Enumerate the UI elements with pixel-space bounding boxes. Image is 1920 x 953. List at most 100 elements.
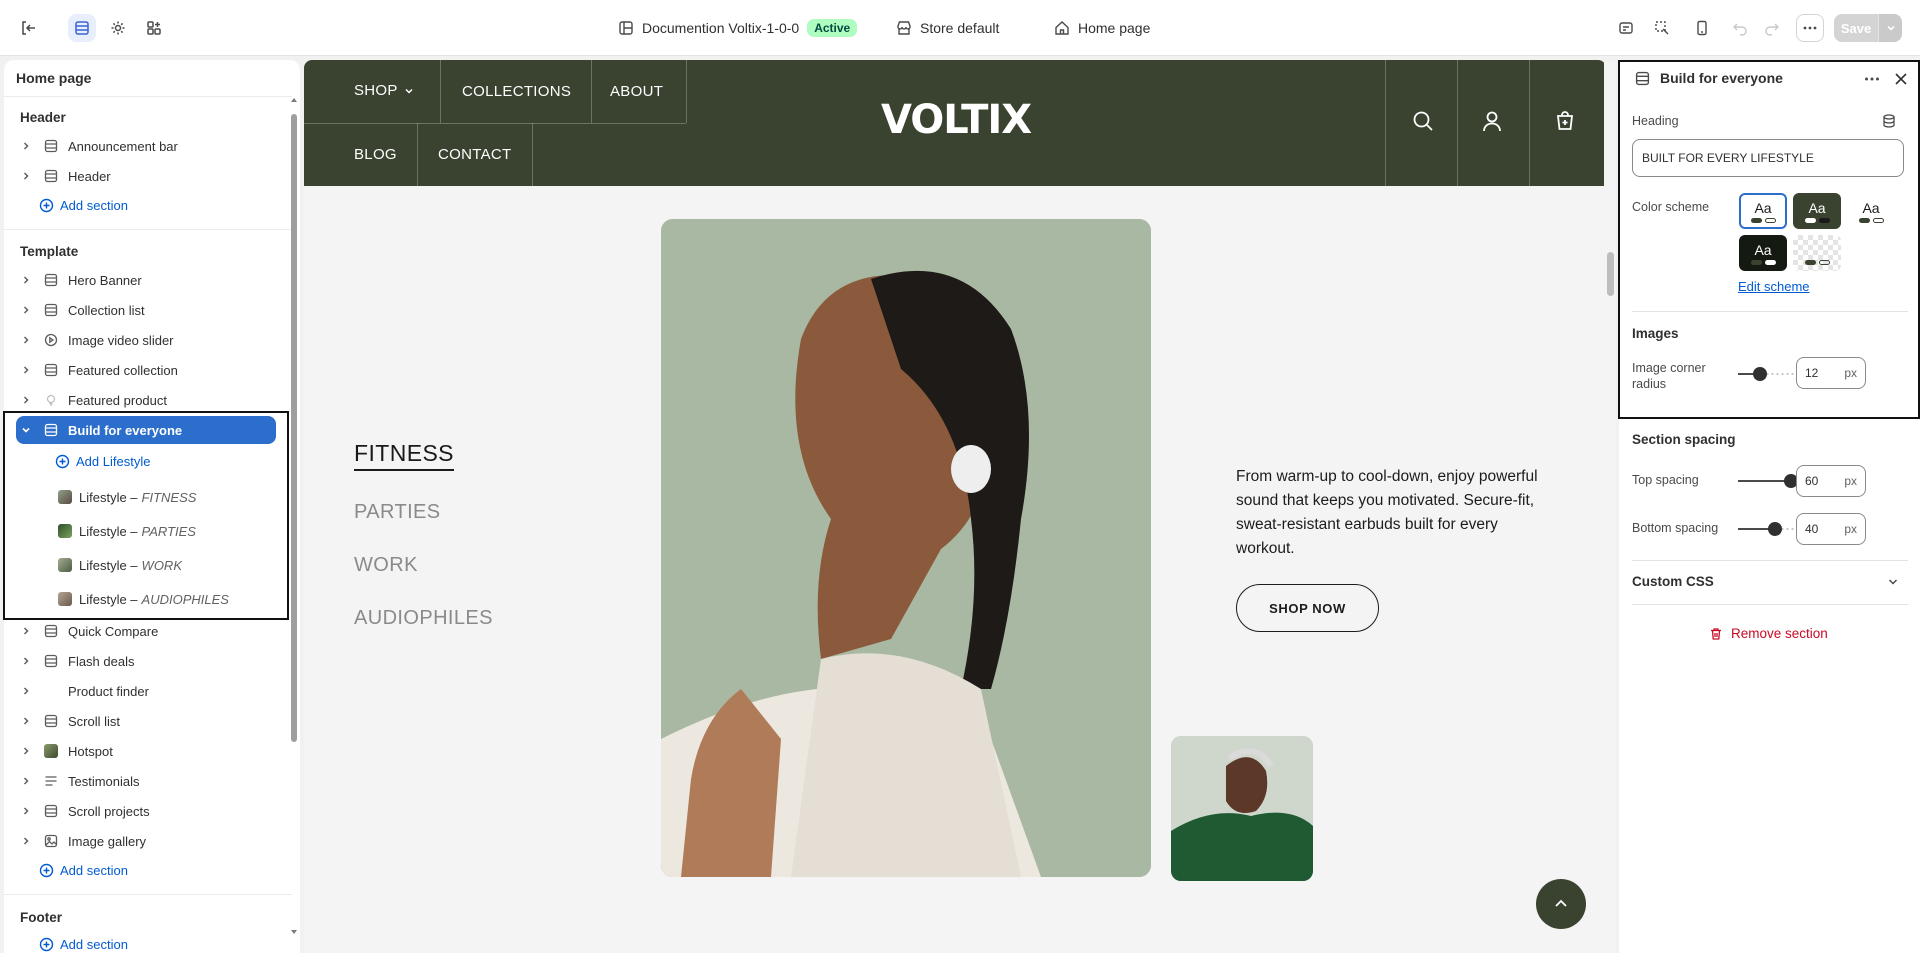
sidebar-item-image-gallery[interactable]: Image gallery [16,827,286,855]
section-icon [40,804,62,818]
sidebar-item-scroll-projects[interactable]: Scroll projects [16,797,286,825]
more-options-icon[interactable] [1863,70,1881,88]
account-icon[interactable] [1481,110,1503,132]
chevron-right-icon[interactable] [16,335,36,345]
exit-icon[interactable] [14,14,42,42]
nav-about[interactable]: ABOUT [610,83,663,100]
chevron-right-icon[interactable] [16,746,36,756]
slider-handle[interactable] [1753,367,1767,381]
sidebar-item-hero-banner[interactable]: Hero Banner [16,266,286,294]
sidebar-item-image-video-slider[interactable]: Image video slider [16,326,286,354]
sidebar-item-build-for-everyone[interactable]: Build for everyone [16,416,276,444]
shop-now-button[interactable]: SHOP NOW [1236,584,1379,632]
chevron-right-icon[interactable] [16,141,36,151]
color-scheme-swatch-1[interactable]: Aa [1739,193,1787,229]
sidebar-item-header[interactable]: Header [16,162,286,190]
add-section-template-button[interactable]: Add section [39,863,128,878]
inspector-icon[interactable] [1612,14,1640,42]
chevron-right-icon[interactable] [16,686,36,696]
custom-css-toggle[interactable]: Custom CSS [1632,574,1714,589]
sidebar-item-announcement-bar[interactable]: Announcement bar [16,132,286,160]
theme-name: Documention Voltix-1-0-0 [642,20,800,36]
store-context-selector[interactable]: Store default [896,0,999,56]
section-icon [40,363,62,377]
undo-icon[interactable] [1726,14,1754,42]
sidebar-item-product-finder[interactable]: Product finder [16,677,286,705]
chevron-down-icon[interactable] [1886,575,1900,589]
cart-icon[interactable] [1554,110,1576,132]
block-item-fitness[interactable]: Lifestyle – FITNESS [58,483,196,511]
save-button[interactable]: Save [1834,14,1878,42]
store-preview: SHOP COLLECTIONS ABOUT BLOG CONTACT VOLT… [304,60,1606,953]
chevron-right-icon[interactable] [16,395,36,405]
add-lifestyle-button[interactable]: Add Lifestyle [55,454,150,469]
heading-input[interactable]: BUILT FOR EVERY LIFESTYLE [1632,139,1904,177]
chevron-right-icon[interactable] [16,776,36,786]
nav-blog[interactable]: BLOG [354,146,397,163]
chevron-down-icon[interactable] [16,425,36,435]
sidebar-item-quick-compare[interactable]: Quick Compare [16,617,286,645]
chevron-right-icon[interactable] [16,806,36,816]
sidebar-item-scroll-list[interactable]: Scroll list [16,707,286,735]
sidebar-item-flash-deals[interactable]: Flash deals [16,647,286,675]
search-icon[interactable] [1412,110,1434,132]
color-scheme-swatch-2[interactable]: Aa [1793,193,1841,229]
nav-shop[interactable]: SHOP [354,82,414,99]
chevron-right-icon[interactable] [16,305,36,315]
tab-fitness[interactable]: FITNESS [354,440,454,471]
sidebar-item-featured-product[interactable]: Featured product [16,386,286,414]
edit-scheme-link[interactable]: Edit scheme [1738,279,1810,294]
preview-scrollbar[interactable] [1604,62,1616,953]
sidebar-item-hotspot[interactable]: Hotspot [16,737,286,765]
save-options-chevron-icon[interactable] [1878,14,1902,42]
remove-section-button[interactable]: Remove section [1709,626,1828,641]
block-item-parties[interactable]: Lifestyle – PARTIES [58,517,196,545]
page-selector[interactable]: Home page [1054,0,1150,56]
chevron-right-icon[interactable] [16,365,36,375]
tab-work[interactable]: WORK [354,554,418,577]
sidebar-item-featured-collection[interactable]: Featured collection [16,356,286,384]
section-icon [40,139,62,153]
tab-audiophiles[interactable]: AUDIOPHILES [354,607,493,630]
add-section-footer-button[interactable]: Add section [39,937,128,952]
color-scheme-swatch-5[interactable] [1793,235,1841,271]
add-section-header-button[interactable]: Add section [39,198,128,213]
corner-radius-input[interactable]: 12 px [1796,357,1866,389]
scroll-up-arrow-icon[interactable] [290,96,298,104]
color-scheme-label: Color scheme [1632,200,1710,214]
top-spacing-input[interactable]: 60 px [1796,465,1866,497]
sidebar-item-collection-list[interactable]: Collection list [16,296,286,324]
sidebar-scroll-thumb[interactable] [291,114,297,742]
chevron-right-icon[interactable] [16,171,36,181]
more-actions-icon[interactable] [1796,14,1824,42]
block-item-work[interactable]: Lifestyle – WORK [58,551,182,579]
chevron-right-icon[interactable] [16,626,36,636]
chevron-right-icon[interactable] [16,656,36,666]
block-item-audiophiles[interactable]: Lifestyle – AUDIOPHILES [58,585,229,613]
theme-selector[interactable]: Documention Voltix-1-0-0 Active [618,0,858,56]
sections-icon[interactable] [68,14,96,42]
settings-gear-icon[interactable] [104,14,132,42]
close-icon[interactable] [1892,70,1910,88]
sidebar-item-testimonials[interactable]: Testimonials [16,767,286,795]
color-scheme-swatch-4[interactable]: Aa [1739,235,1787,271]
chevron-right-icon[interactable] [16,716,36,726]
slider-handle[interactable] [1768,522,1782,536]
redo-icon[interactable] [1758,14,1786,42]
section-spacing-title: Section spacing [1632,432,1736,447]
back-to-top-button[interactable] [1536,879,1586,929]
nav-contact[interactable]: CONTACT [438,146,511,163]
preview-scroll-thumb[interactable] [1607,252,1614,296]
nav-collections[interactable]: COLLECTIONS [462,83,571,100]
scroll-down-arrow-icon[interactable] [290,928,298,936]
color-scheme-swatch-3[interactable]: Aa [1847,193,1895,229]
tab-parties[interactable]: PARTIES [354,501,441,524]
mobile-preview-icon[interactable] [1688,14,1716,42]
dynamic-source-icon[interactable] [1881,113,1897,129]
apps-icon[interactable] [140,14,168,42]
select-element-icon[interactable] [1648,14,1676,42]
chevron-right-icon[interactable] [16,275,36,285]
chevron-right-icon[interactable] [16,836,36,846]
store-logo[interactable]: VOLTIX [881,96,1032,144]
bottom-spacing-input[interactable]: 40 px [1796,513,1866,545]
